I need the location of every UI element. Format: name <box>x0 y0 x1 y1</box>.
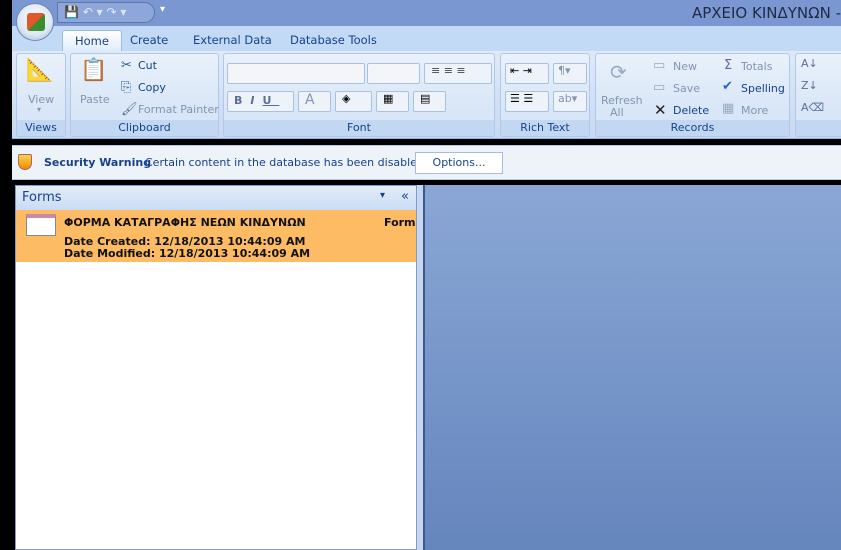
view-button[interactable]: View <box>28 93 54 106</box>
cut-icon: ✂ <box>121 58 132 73</box>
bold-button[interactable]: B <box>234 94 250 107</box>
redo-icon[interactable]: ↷ ▾ <box>107 5 127 19</box>
font-color-button[interactable]: A <box>298 91 331 112</box>
records-label: Records <box>596 120 789 136</box>
sort-filter-label <box>796 120 841 136</box>
view-icon: 📐 <box>26 58 54 83</box>
new-button[interactable]: New <box>673 60 697 73</box>
nav-item-form[interactable]: ΦΟΡΜΑ ΚΑΤΑΓΡΑΦΗΣ ΝΕΩΝ ΚΙΝΔΥΝΩΝ Form Date… <box>16 210 416 262</box>
sort-descending-icon[interactable]: Z↓ <box>801 79 818 92</box>
bold-italic-underline[interactable]: BIU <box>227 91 294 112</box>
sort-ascending-icon[interactable]: A↓ <box>801 57 818 70</box>
spelling-icon: ✔ <box>722 79 733 94</box>
rich-text-label: Rich Text <box>501 120 589 136</box>
clear-sort-icon[interactable]: A⌫ <box>801 101 824 114</box>
font-size-select[interactable] <box>367 63 420 84</box>
quick-access-toolbar: 💾 ↶ ▾ ↷ ▾ <box>57 2 155 23</box>
form-name: ΦΟΡΜΑ ΚΑΤΑΓΡΑΦΗΣ ΝΕΩΝ ΚΙΝΔΥΝΩΝ <box>64 216 306 229</box>
tab-external-data[interactable]: External Data <box>181 30 284 51</box>
views-label: Views <box>17 120 65 136</box>
paragraph-icon[interactable]: ¶▾ <box>553 63 587 84</box>
shield-icon <box>18 154 32 170</box>
font-label: Font <box>224 120 494 136</box>
group-clipboard: 📋 Paste ✂ Cut ⎘ Copy 🖌 Format Painter Cl… <box>70 53 219 137</box>
refresh-icon: ⟳ <box>610 60 627 84</box>
document-area <box>423 185 841 550</box>
group-rich-text: ⇤ ⇥ ¶▾ ☰ ☰ ab▾ Rich Text <box>500 53 590 137</box>
copy-button[interactable]: Copy <box>138 81 166 94</box>
highlight-icon[interactable]: ab▾ <box>553 91 587 112</box>
date-modified: Date Modified: 12/18/2013 10:44:09 AM <box>64 247 311 260</box>
security-warning-title: Security Warning <box>44 156 152 169</box>
alt-fill-icon[interactable]: ▤ <box>413 91 446 112</box>
security-bar: Security Warning Certain content in the … <box>12 145 841 180</box>
form-type: Form <box>384 216 416 229</box>
nav-header[interactable]: Forms ▾ « <box>16 186 416 210</box>
format-painter-button[interactable]: Format Painter <box>138 103 219 116</box>
fill-color-button[interactable]: ◈ <box>335 91 372 112</box>
group-records: ⟳ Refresh All ▭ New ▭ Save ✕ Delete Σ To… <box>595 53 790 137</box>
tab-create[interactable]: Create <box>118 30 180 51</box>
nav-header-title: Forms <box>22 190 62 205</box>
list-icon[interactable]: ☰ ☰ <box>505 91 549 112</box>
group-views: 📐 View ▾ Views <box>16 53 66 137</box>
customize-qat-icon[interactable]: ▾ <box>160 4 165 15</box>
save-icon[interactable]: 💾 <box>64 5 79 19</box>
group-sort-filter: A↓ Z↓ A⌫ <box>795 53 841 137</box>
totals-icon: Σ <box>724 58 733 73</box>
office-button[interactable] <box>16 3 54 41</box>
totals-button[interactable]: Totals <box>741 60 772 73</box>
nav-menu-dropdown-icon[interactable]: ▾ <box>380 190 385 201</box>
new-record-icon: ▭ <box>653 58 666 73</box>
view-dropdown-icon[interactable]: ▾ <box>37 105 41 114</box>
paste-icon: 📋 <box>80 58 108 83</box>
save-button[interactable]: Save <box>673 82 700 95</box>
delete-icon: ✕ <box>654 101 667 119</box>
more-button[interactable]: More <box>741 104 768 117</box>
paste-button[interactable]: Paste <box>80 93 110 106</box>
italic-button[interactable]: I <box>250 94 262 107</box>
indent-icon[interactable]: ⇤ ⇥ <box>505 63 549 84</box>
office-logo-icon <box>27 13 45 31</box>
underline-button[interactable]: U <box>262 94 279 107</box>
cut-button[interactable]: Cut <box>138 59 157 72</box>
align-buttons[interactable]: ≡ ≡ ≡ <box>424 63 492 84</box>
more-icon: ▦ <box>722 101 735 116</box>
refresh-all-button-2[interactable]: All <box>610 106 624 119</box>
group-font: ≡ ≡ ≡ BIU A ◈ ▦ ▤ Font <box>223 53 495 137</box>
tab-home[interactable]: Home <box>62 30 122 51</box>
spelling-button[interactable]: Spelling <box>741 82 785 95</box>
gridlines-icon[interactable]: ▦ <box>376 91 409 112</box>
format-painter-icon: 🖌 <box>121 102 138 117</box>
form-icon <box>26 214 56 236</box>
copy-icon: ⎘ <box>121 80 132 95</box>
tab-database-tools[interactable]: Database Tools <box>278 30 389 51</box>
collapse-pane-icon[interactable]: « <box>401 189 409 204</box>
delete-button[interactable]: Delete <box>673 104 709 117</box>
font-name-select[interactable] <box>227 63 365 84</box>
options-button[interactable]: Options... <box>415 152 503 174</box>
clipboard-label: Clipboard <box>71 120 218 136</box>
save-record-icon: ▭ <box>653 80 666 95</box>
navigation-pane: Forms ▾ « ΦΟΡΜΑ ΚΑΤΑΓΡΑΦΗΣ ΝΕΩΝ ΚΙΝΔΥΝΩΝ… <box>15 185 417 550</box>
undo-icon[interactable]: ↶ ▾ <box>83 5 103 19</box>
window-title: ΑΡΧΕΙΟ ΚΙΝΔΥΝΩΝ - <box>691 4 841 22</box>
security-warning-message: Certain content in the database has been… <box>145 156 424 169</box>
